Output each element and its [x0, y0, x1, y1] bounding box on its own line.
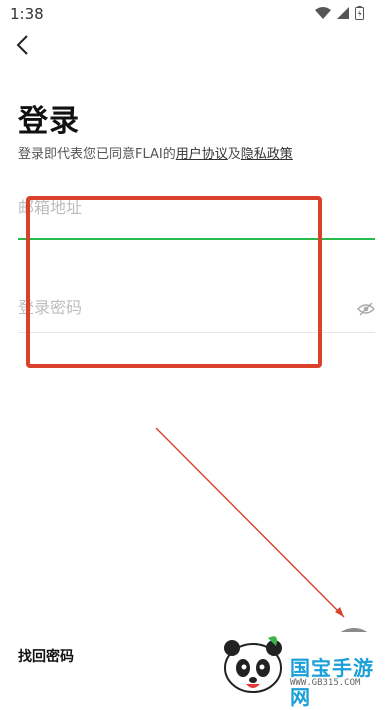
status-icons [315, 6, 364, 20]
watermark-url: WWW.GB315.COM [290, 678, 361, 688]
wifi-icon [315, 7, 331, 19]
forgot-password-link[interactable]: 找回密码 [18, 646, 74, 666]
terms-link[interactable]: 用户协议 [176, 147, 228, 162]
privacy-link[interactable]: 隐私政策 [241, 147, 293, 162]
annotation-highlight-box [26, 196, 322, 368]
panda-logo-icon [224, 636, 282, 693]
status-time: 1:38 [10, 5, 44, 23]
page-title: 登录 [18, 104, 80, 139]
watermark: 国宝手游网 WWW.GB315.COM [216, 632, 392, 709]
battery-icon [355, 6, 364, 20]
agreement-text: 登录即代表您已同意FLAI的用户协议及隐私政策 [18, 143, 293, 162]
status-bar: 1:38 [0, 0, 392, 28]
signal-icon [337, 7, 349, 19]
back-arrow-icon[interactable] [14, 34, 34, 56]
agreement-prefix: 登录即代表您已同意FLAI的 [18, 147, 176, 162]
agreement-conjunction: 及 [227, 147, 241, 162]
eye-hidden-icon[interactable] [357, 302, 375, 316]
